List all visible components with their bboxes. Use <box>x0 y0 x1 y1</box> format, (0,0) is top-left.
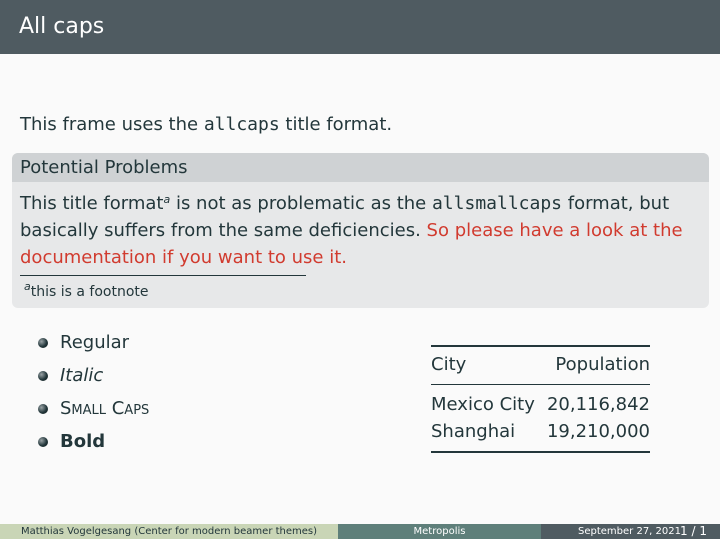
frame-title: All caps <box>0 0 720 54</box>
bullet-icon <box>38 437 48 447</box>
font-style-list: Regular Italic Small Caps Bold <box>38 329 149 461</box>
intro-code: allcaps <box>203 114 280 135</box>
list-item-label: Italic <box>60 365 104 386</box>
list-item-label: Bold <box>60 431 106 452</box>
table-bottom-rule <box>431 451 650 453</box>
block-title: Potential Problems <box>12 153 709 182</box>
footer-date: September 27, 2021 <box>578 526 681 537</box>
footnote-rule <box>20 275 306 276</box>
footer: Matthias Vogelgesang (Center for modern … <box>0 524 720 539</box>
intro-after: title format. <box>279 114 393 135</box>
bullet-icon <box>38 404 48 414</box>
block-text-1: This title format <box>20 193 164 214</box>
list-item: Small Caps <box>38 395 149 428</box>
footer-page-number: 1 / 1 <box>680 524 707 538</box>
table-top-rule <box>431 345 650 347</box>
footer-title: Metropolis <box>338 524 541 539</box>
block-body: This title formata is not as problematic… <box>12 182 709 271</box>
problems-block: Potential Problems This title formata is… <box>12 153 709 308</box>
intro-text: This frame uses the allcaps title format… <box>20 114 392 135</box>
list-item: Bold <box>38 428 149 461</box>
table-cell: Shanghai <box>431 421 516 442</box>
footnote-label: a <box>24 280 31 293</box>
table-header-population: Population <box>555 354 650 375</box>
list-item-label: Small Caps <box>60 398 150 419</box>
list-item: Italic <box>38 362 149 395</box>
table-cell: 19,210,000 <box>546 421 650 442</box>
footnote: athis is a footnote <box>24 280 149 300</box>
bullet-icon <box>38 338 48 348</box>
block-text-2: is not as problematic as the <box>170 193 432 214</box>
bullet-icon <box>38 371 48 381</box>
table-cell: Mexico City <box>431 394 535 415</box>
intro-before: This frame uses the <box>20 114 204 135</box>
footer-author: Matthias Vogelgesang (Center for modern … <box>0 524 338 539</box>
table-header-city: City <box>431 354 467 375</box>
table-cell: 20,116,842 <box>546 394 650 415</box>
list-item: Regular <box>38 329 149 362</box>
list-item-label: Regular <box>60 332 130 353</box>
block-code: allsmallcaps <box>431 193 563 214</box>
table-mid-rule <box>431 384 650 385</box>
footnote-text: this is a footnote <box>30 284 149 300</box>
footer-right: September 27, 2021 1 / 1 <box>541 524 720 539</box>
